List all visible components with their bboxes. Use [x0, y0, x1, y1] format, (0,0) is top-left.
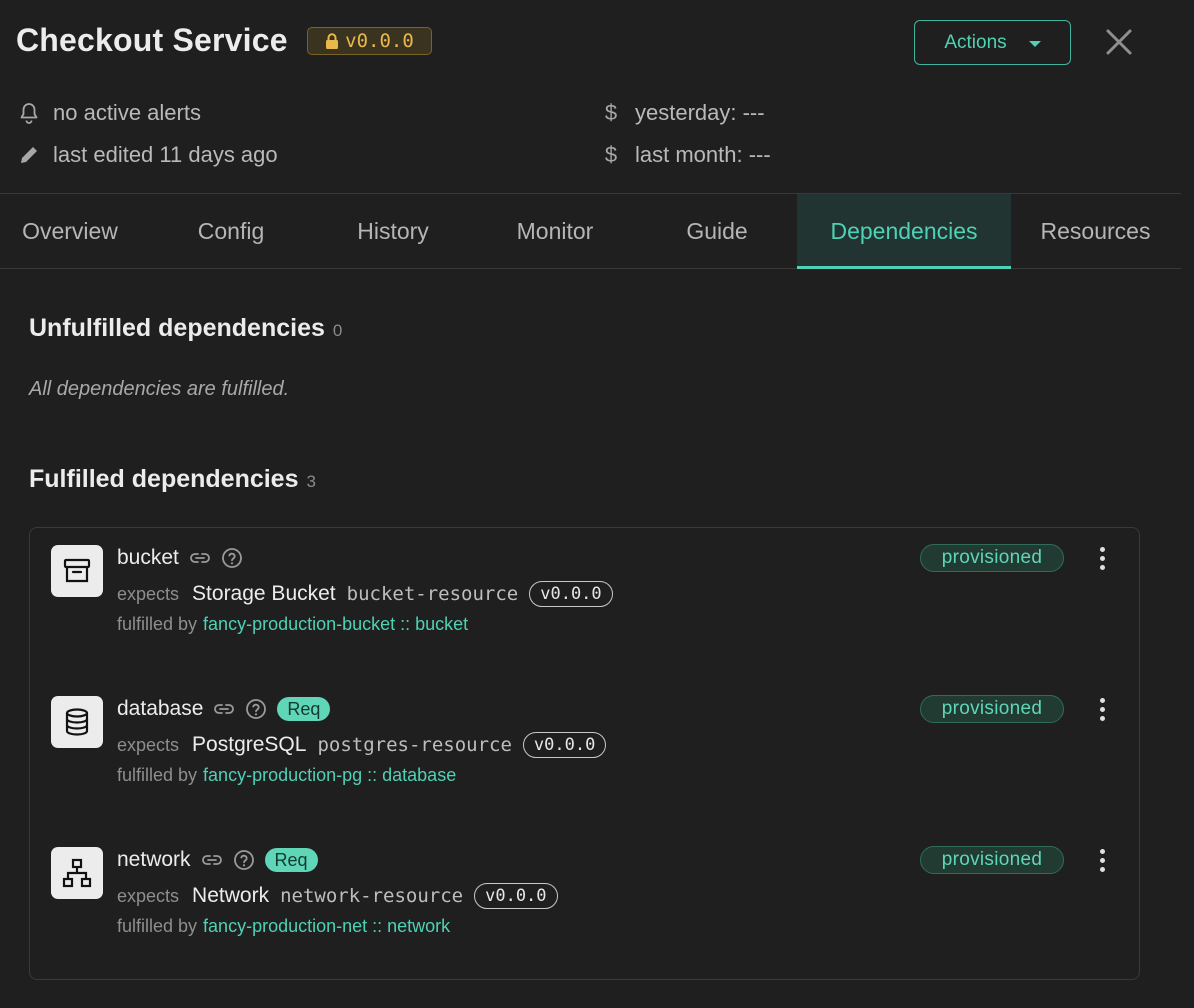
dollar-icon: $ — [604, 142, 618, 167]
dependency-name-row: network Req — [117, 848, 318, 872]
tab-guide[interactable]: Guide — [645, 194, 789, 268]
cost-yesterday-row: $ yesterday: --- — [599, 100, 765, 126]
alerts-text: no active alerts — [53, 100, 201, 125]
dependency-name: network — [117, 848, 191, 871]
chevron-down-icon — [1028, 40, 1041, 47]
last-edited-text: last edited 11 days ago — [53, 142, 278, 167]
expected-kind: Network — [192, 884, 270, 907]
fulfilled-by-label: fulfilled by — [117, 765, 198, 785]
actions-button[interactable]: Actions — [914, 20, 1071, 65]
unfulfilled-empty-text: All dependencies are fulfilled. — [29, 378, 290, 400]
required-badge: Req — [277, 697, 331, 721]
dollar-icon: $ — [604, 100, 618, 125]
service-header: Checkout Service v0.0.0 Actions no activ… — [0, 0, 1194, 194]
tab-config[interactable]: Config — [160, 194, 302, 268]
lock-icon — [326, 32, 339, 49]
expects-label: expects — [117, 885, 180, 906]
list-item: network Req expects Network network-reso… — [30, 830, 1141, 940]
dependency-expects: expects Network network-resource v0.0.0 — [117, 883, 558, 909]
bell-icon — [17, 101, 41, 125]
last-edited-row: last edited 11 days ago — [17, 142, 278, 168]
fulfilled-by-link[interactable]: fancy-production-pg :: database — [203, 765, 456, 785]
unfulfilled-count: 0 — [332, 321, 343, 340]
fulfilled-dependencies-list: bucket expects Storage Bucket bucket-res… — [29, 527, 1140, 980]
status-badge: provisioned — [920, 846, 1064, 874]
more-options-icon[interactable] — [1090, 543, 1114, 573]
dependency-expects: expects Storage Bucket bucket-resource v… — [117, 581, 613, 607]
page-title: Checkout Service — [16, 22, 288, 58]
version-pill: v0.0.0 — [522, 732, 607, 758]
fulfilled-by-label: fulfilled by — [117, 614, 198, 634]
expected-resource: bucket-resource — [346, 583, 519, 605]
version-pill: v0.0.0 — [529, 581, 613, 607]
dependency-name: database — [117, 697, 204, 720]
help-icon[interactable] — [233, 849, 255, 871]
version-pill: v0.0.0 — [474, 883, 558, 909]
fulfilled-by-label: fulfilled by — [117, 916, 198, 936]
required-badge: Req — [264, 848, 318, 872]
expected-kind: Storage Bucket — [192, 582, 336, 605]
status-badge: provisioned — [920, 695, 1064, 723]
fulfilled-heading: Fulfilled dependencies 3 — [29, 465, 316, 494]
dependency-name: bucket — [117, 546, 179, 569]
archive-box-icon — [51, 545, 103, 597]
cost-last-month-text: last month: --- — [635, 142, 771, 167]
dependency-name-row: bucket — [117, 546, 243, 570]
tab-monitor[interactable]: Monitor — [478, 194, 632, 268]
link-icon[interactable] — [201, 849, 223, 871]
cost-yesterday-text: yesterday: --- — [635, 100, 765, 125]
tab-resources[interactable]: Resources — [1018, 194, 1173, 268]
fulfilled-by-row: fulfilled by fancy-production-net :: netw… — [117, 916, 450, 937]
help-icon[interactable] — [245, 698, 267, 720]
fulfilled-by-link[interactable]: fancy-production-bucket :: bucket — [203, 614, 468, 634]
fulfilled-by-row: fulfilled by fancy-production-bucket :: b… — [117, 614, 468, 635]
unfulfilled-heading: Unfulfilled dependencies 0 — [29, 314, 342, 343]
dependency-name-row: database Req — [117, 697, 331, 721]
tab-history[interactable]: History — [318, 194, 468, 268]
fulfilled-by-row: fulfilled by fancy-production-pg :: datab… — [117, 765, 456, 786]
expects-label: expects — [117, 583, 180, 604]
pencil-icon — [17, 143, 41, 167]
fulfilled-by-link[interactable]: fancy-production-net :: network — [203, 916, 450, 936]
fulfilled-count: 3 — [306, 472, 316, 491]
list-item: database Req expects PostgreSQL postgres… — [30, 679, 1141, 789]
expected-resource: network-resource — [280, 885, 464, 907]
database-icon — [51, 696, 103, 748]
more-options-icon[interactable] — [1090, 845, 1114, 875]
version-badge: v0.0.0 — [307, 27, 432, 55]
dependency-expects: expects PostgreSQL postgres-resource v0.… — [117, 732, 607, 758]
help-icon[interactable] — [221, 547, 243, 569]
network-icon — [51, 847, 103, 899]
close-icon[interactable] — [1101, 24, 1137, 60]
tab-overview[interactable]: Overview — [0, 194, 140, 268]
list-item: bucket expects Storage Bucket bucket-res… — [30, 528, 1141, 638]
cost-last-month-row: $ last month: --- — [599, 142, 771, 168]
link-icon[interactable] — [213, 698, 235, 720]
tab-bar: Overview Config History Monitor Guide De… — [0, 194, 1181, 269]
expected-kind: PostgreSQL — [192, 733, 307, 756]
link-icon[interactable] — [189, 547, 211, 569]
more-options-icon[interactable] — [1090, 694, 1114, 724]
unfulfilled-title: Unfulfilled dependencies — [29, 314, 325, 342]
fulfilled-title: Fulfilled dependencies — [29, 465, 299, 493]
expects-label: expects — [117, 734, 180, 755]
alerts-row: no active alerts — [17, 100, 201, 126]
tab-dependencies[interactable]: Dependencies — [797, 194, 1011, 269]
expected-resource: postgres-resource — [317, 734, 512, 756]
actions-label: Actions — [944, 31, 1007, 53]
status-badge: provisioned — [920, 544, 1064, 572]
version-label: v0.0.0 — [345, 30, 414, 52]
